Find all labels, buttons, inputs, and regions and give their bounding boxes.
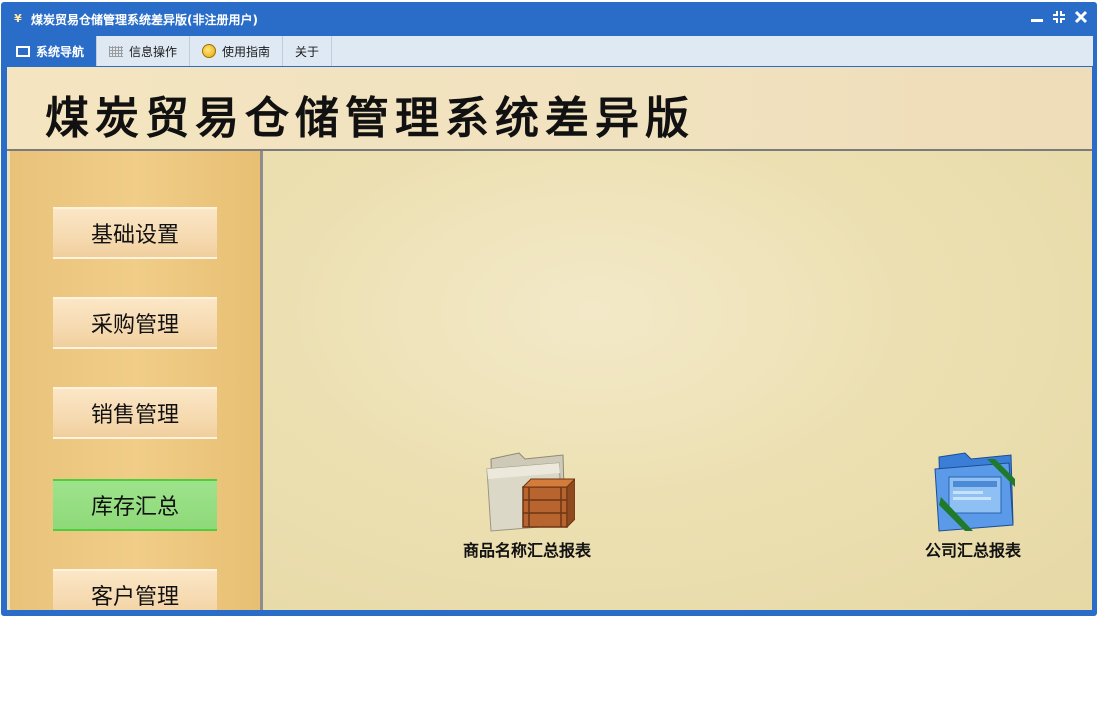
- sidebar-item-customer[interactable]: 客户管理: [53, 569, 217, 610]
- report-label: 公司汇总报表: [924, 541, 1021, 560]
- title-bar[interactable]: ¥ 煤炭贸易仓储管理系统差异版(非注册用户): [1, 2, 1097, 36]
- window-controls: [1029, 10, 1089, 26]
- tab-label: 系统导航: [36, 44, 85, 59]
- tab-label: 关于: [295, 44, 320, 59]
- tab-about[interactable]: 关于: [283, 36, 333, 66]
- sidebar-item-label: 采购管理: [90, 313, 179, 338]
- sidebar-item-label: 销售管理: [90, 403, 179, 428]
- report-product-summary[interactable]: 商品名称汇总报表: [447, 445, 607, 561]
- grid-icon: [109, 45, 124, 57]
- minimize-icon[interactable]: [1029, 10, 1045, 26]
- sidebar-item-inventory-summary[interactable]: 库存汇总: [53, 479, 217, 531]
- tab-label: 使用指南: [222, 44, 271, 59]
- app-logo-icon: ¥: [14, 12, 22, 25]
- tab-label: 信息操作: [129, 44, 178, 59]
- blank-area: [0, 617, 1099, 723]
- banner: 煤炭贸易仓储管理系统差异版: [7, 67, 1092, 151]
- report-company-summary[interactable]: 公司汇总报表: [893, 445, 1053, 561]
- restore-icon[interactable]: [1051, 10, 1067, 26]
- sidebar-item-sales[interactable]: 销售管理: [53, 387, 217, 439]
- guide-icon: [202, 44, 217, 58]
- content-area: 煤炭贸易仓储管理系统差异版 基础设置 采购管理 销售管理 库存汇总 客户管理 商…: [7, 67, 1092, 610]
- folder-crate-icon: [479, 445, 577, 535]
- tab-system-navigation[interactable]: 系统导航: [4, 36, 98, 66]
- banner-title: 煤炭贸易仓储管理系统差异版: [45, 93, 695, 144]
- sidebar-item-label: 客户管理: [90, 585, 179, 610]
- sidebar-item-label: 基础设置: [90, 223, 179, 248]
- tab-user-guide[interactable]: 使用指南: [190, 36, 284, 66]
- sidebar-item-label: 库存汇总: [90, 495, 179, 520]
- sidebar-item-purchase[interactable]: 采购管理: [53, 297, 217, 349]
- close-icon[interactable]: [1073, 10, 1089, 26]
- sidebar: 基础设置 采购管理 销售管理 库存汇总 客户管理: [10, 151, 263, 610]
- window-title: 煤炭贸易仓储管理系统差异版(非注册用户): [31, 12, 258, 27]
- menu-bar: 系统导航 信息操作 使用指南 关于: [4, 36, 1093, 69]
- tab-info-operation[interactable]: 信息操作: [97, 36, 191, 66]
- main-panel: 商品名称汇总报表 公司汇总报表: [263, 151, 1092, 610]
- blue-folder-icon: [925, 445, 1021, 535]
- sidebar-item-basic-settings[interactable]: 基础设置: [53, 207, 217, 259]
- report-label: 商品名称汇总报表: [462, 541, 591, 560]
- monitor-icon: [16, 45, 30, 57]
